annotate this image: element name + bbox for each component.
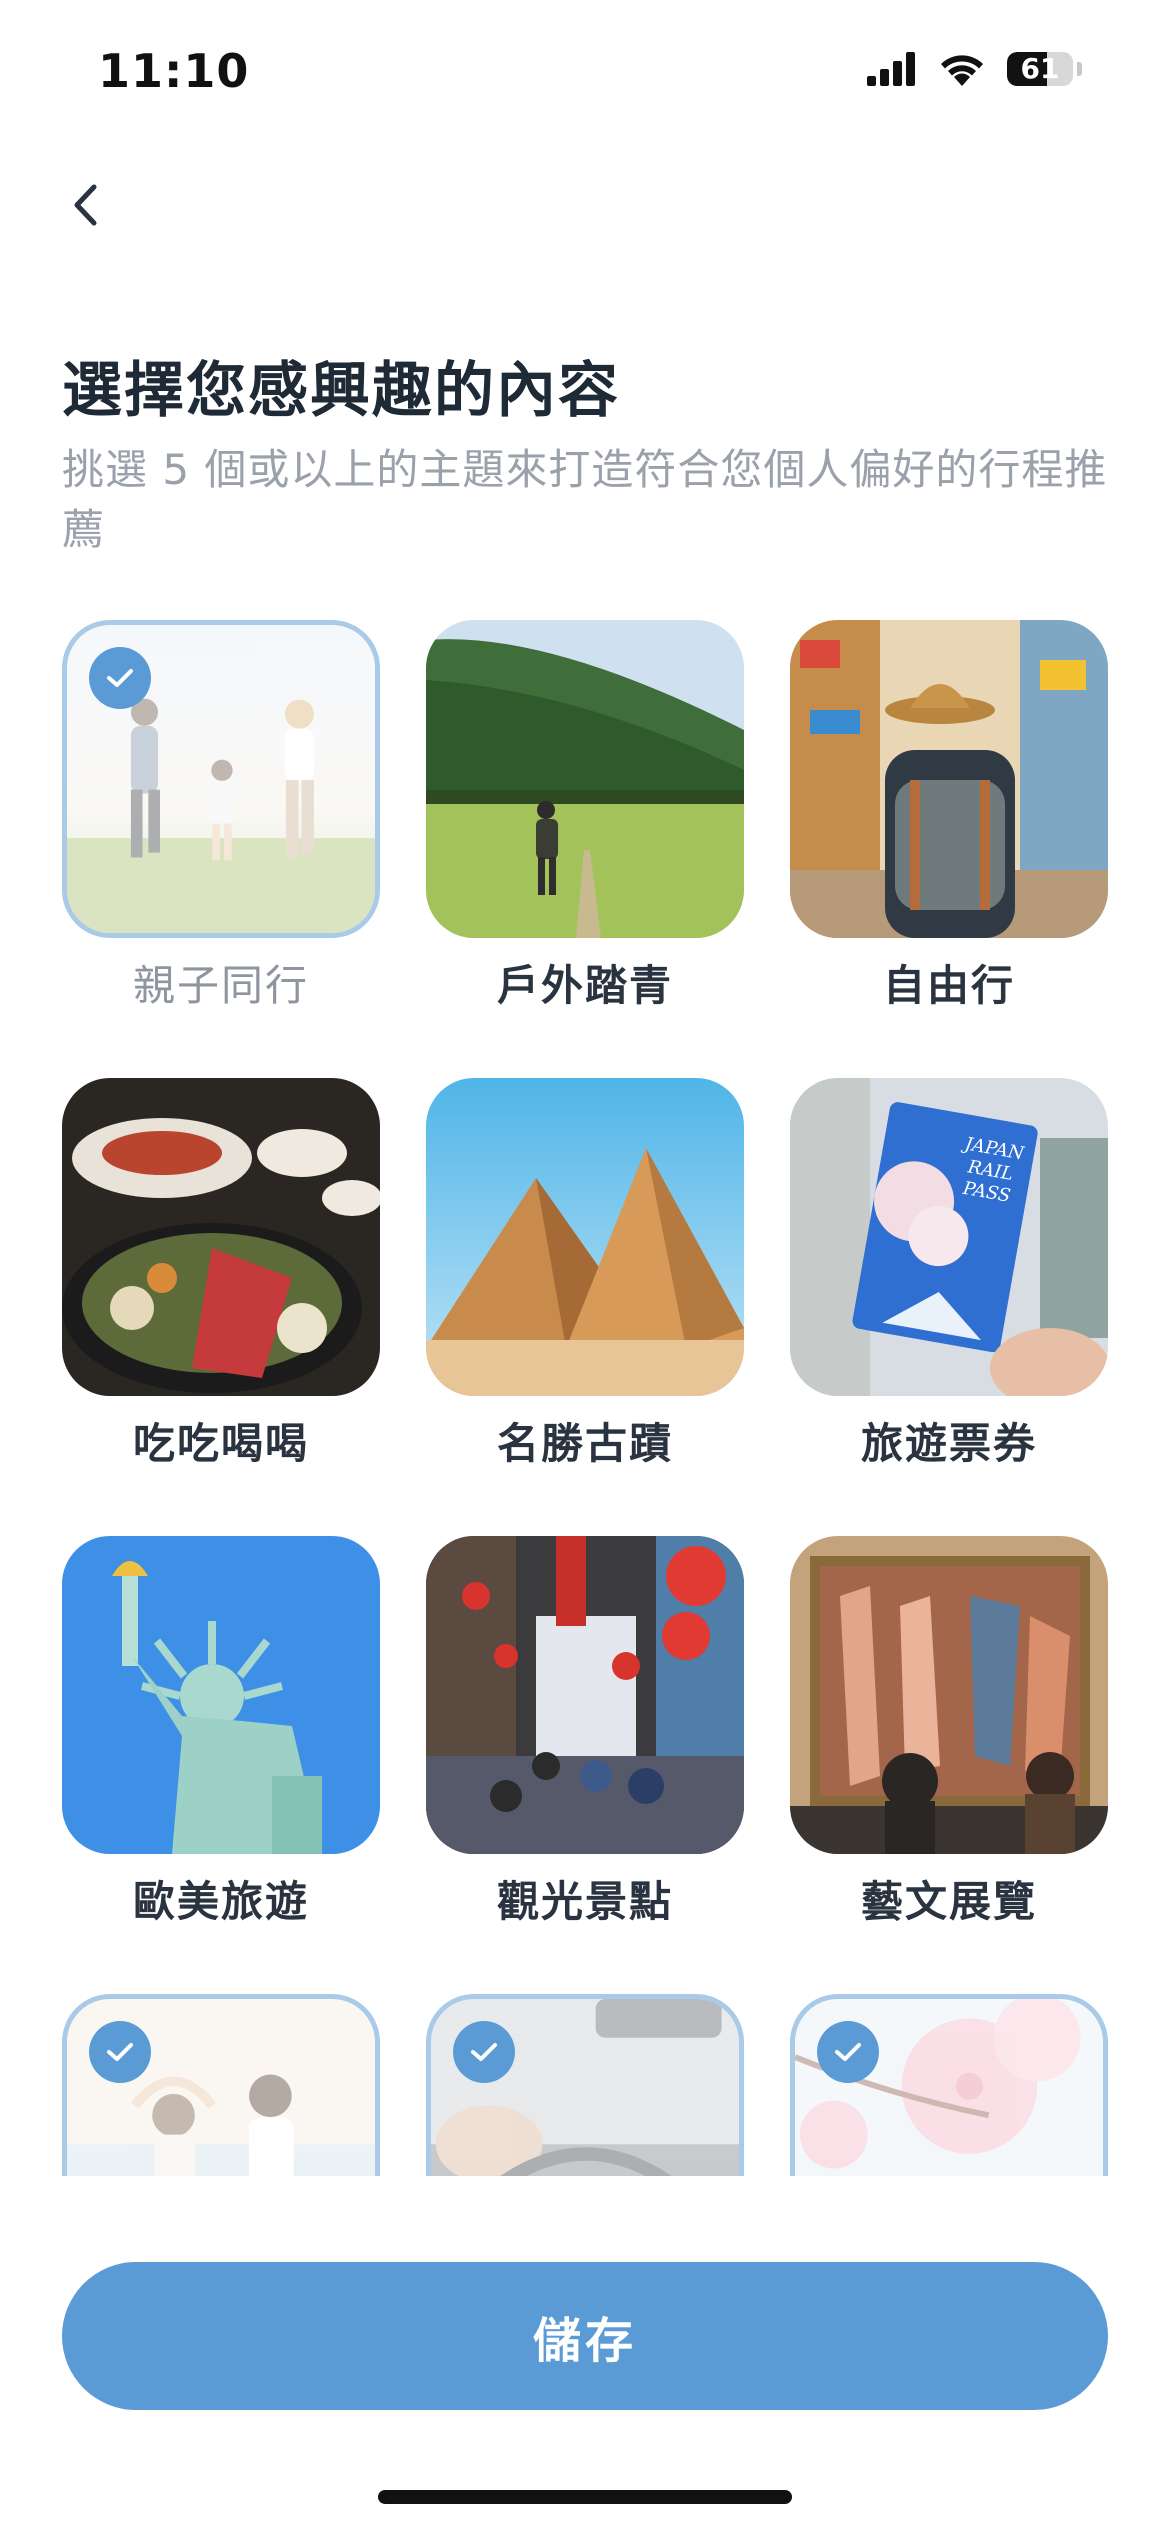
topic-label: 親子同行 bbox=[132, 961, 309, 1010]
save-button-label: 儲存 bbox=[532, 2315, 637, 2368]
topic-image-couple bbox=[62, 1994, 380, 2176]
battery-icon: 61 bbox=[1007, 52, 1073, 86]
topic-image-family bbox=[62, 620, 380, 938]
topic-family[interactable]: 親子同行 bbox=[62, 620, 380, 1040]
topic-road-trip[interactable] bbox=[426, 1994, 744, 2176]
topic-image-outdoor bbox=[426, 620, 744, 938]
topic-food[interactable]: 吃吃喝喝 bbox=[62, 1078, 380, 1498]
topic-image-food bbox=[62, 1078, 380, 1396]
topic-image-attractions bbox=[426, 1536, 744, 1854]
topic-travel-tickets[interactable]: JAPAN RAIL PASS 旅遊票券 bbox=[790, 1078, 1108, 1498]
status-time: 11:10 bbox=[98, 44, 250, 98]
status-icons: 61 bbox=[867, 52, 1082, 86]
topic-label: 觀光景點 bbox=[496, 1877, 673, 1926]
page-subtitle: 挑選 5 個或以上的主題來打造符合您個人偏好的行程推薦 bbox=[62, 445, 1108, 554]
topic-outdoor[interactable]: 戶外踏青 bbox=[426, 620, 744, 1040]
topic-western-travel[interactable]: 歐美旅遊 bbox=[62, 1536, 380, 1956]
topic-image-travel-tickets: JAPAN RAIL PASS bbox=[790, 1078, 1108, 1396]
check-icon bbox=[453, 2021, 515, 2083]
wifi-icon bbox=[941, 55, 983, 86]
topic-cherry-blossom[interactable] bbox=[790, 1994, 1108, 2176]
topic-image-road-trip bbox=[426, 1994, 744, 2176]
topic-image-independent-travel bbox=[790, 620, 1108, 938]
back-button[interactable] bbox=[50, 170, 120, 240]
topic-label: 旅遊票券 bbox=[860, 1419, 1037, 1468]
chevron-left-icon bbox=[74, 184, 97, 226]
topic-label: 自由行 bbox=[882, 961, 1015, 1010]
topic-historic-sites[interactable]: 名勝古蹟 bbox=[426, 1078, 744, 1498]
topic-label: 戶外踏青 bbox=[496, 961, 673, 1010]
topic-art-exhibitions[interactable]: 藝文展覽 bbox=[790, 1536, 1108, 1956]
topic-independent-travel[interactable]: 自由行 bbox=[790, 620, 1108, 1040]
save-button[interactable]: 儲存 bbox=[62, 2262, 1108, 2410]
check-icon bbox=[89, 647, 151, 709]
page-title: 選擇您感興趣的內容 bbox=[62, 356, 620, 426]
topic-grid: 親子同行 戶外踏青 自由行 吃吃喝喝 名勝古蹟 JAPAN RAIL PASS … bbox=[0, 620, 1170, 2176]
topic-label: 吃吃喝喝 bbox=[132, 1419, 309, 1468]
topic-attractions[interactable]: 觀光景點 bbox=[426, 1536, 744, 1956]
check-icon bbox=[89, 2021, 151, 2083]
home-indicator[interactable] bbox=[378, 2490, 792, 2504]
topic-label: 名勝古蹟 bbox=[496, 1419, 673, 1468]
topic-couple[interactable] bbox=[62, 1994, 380, 2176]
status-bar: 11:10 61 bbox=[0, 0, 1170, 150]
topic-image-art-exhibitions bbox=[790, 1536, 1108, 1854]
topic-image-cherry-blossom bbox=[790, 1994, 1108, 2176]
topic-label: 歐美旅遊 bbox=[132, 1877, 309, 1926]
topic-image-historic-sites bbox=[426, 1078, 744, 1396]
check-icon bbox=[817, 2021, 879, 2083]
topic-image-western-travel bbox=[62, 1536, 380, 1854]
signal-icon bbox=[867, 52, 915, 86]
topic-label: 藝文展覽 bbox=[860, 1877, 1037, 1926]
